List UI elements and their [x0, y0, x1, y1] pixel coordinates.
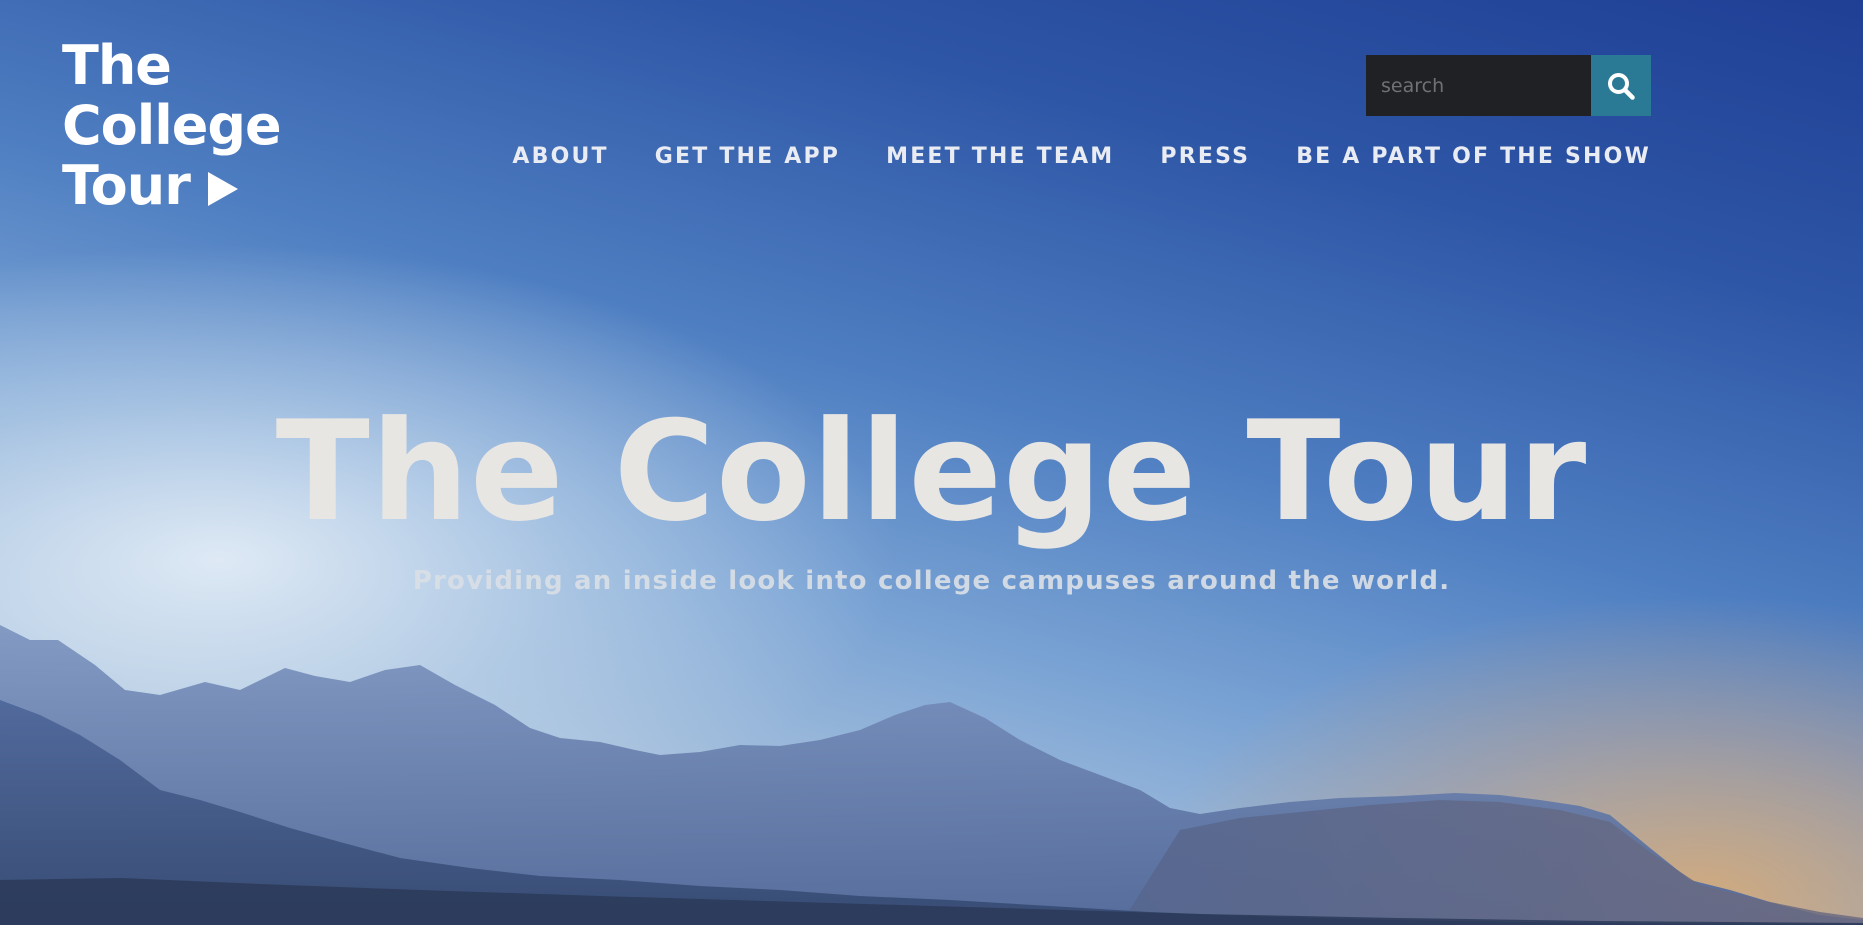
site-logo[interactable]: The College Tour [62, 36, 302, 216]
hero-title: The College Tour [275, 391, 1588, 552]
main-nav: ABOUT GET THE APP MEET THE TEAM PRESS BE… [512, 144, 1651, 169]
nav-link-get-the-app[interactable]: GET THE APP [655, 144, 840, 169]
search-button[interactable] [1591, 55, 1651, 116]
hero-section: The College Tour ABOUT GET THE APP MEET … [0, 0, 1863, 925]
hero-subtitle: Providing an inside look into college ca… [412, 566, 1451, 596]
search-icon [1608, 72, 1635, 100]
search-input[interactable] [1366, 55, 1591, 116]
logo-text-line-3: Tour [62, 154, 191, 217]
search-form [1366, 55, 1651, 116]
logo-text-line-1: The [62, 34, 172, 97]
nav-link-press[interactable]: PRESS [1160, 144, 1250, 169]
nav-link-be-a-part-of-the-show[interactable]: BE A PART OF THE SHOW [1296, 144, 1651, 169]
play-icon [207, 172, 238, 206]
nav-link-about[interactable]: ABOUT [512, 144, 608, 169]
nav-link-meet-the-team[interactable]: MEET THE TEAM [886, 144, 1114, 169]
logo-text-line-2: College [62, 94, 282, 157]
